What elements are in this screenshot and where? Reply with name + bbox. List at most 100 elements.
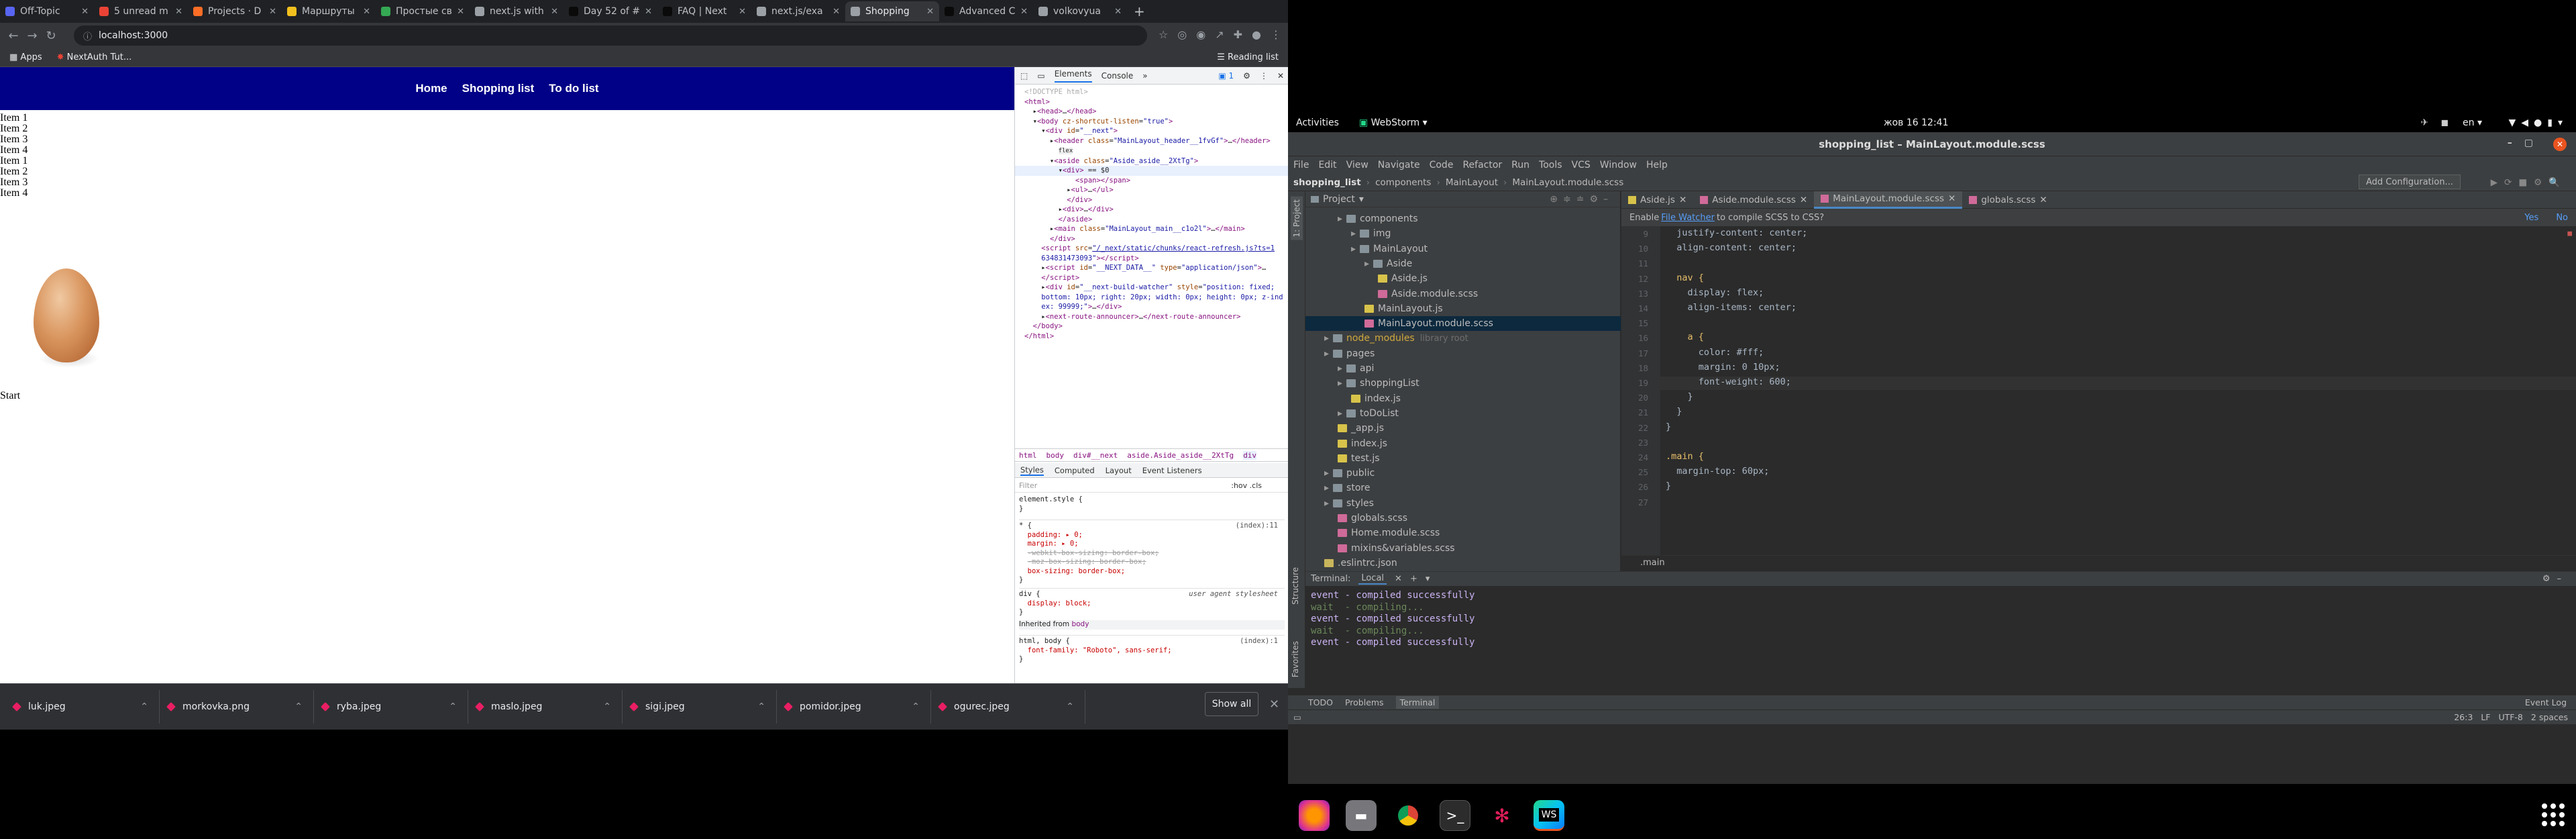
chevron-down-icon[interactable]: ▾: [1426, 574, 1430, 584]
browser-tab[interactable]: Day 52 of # ✕: [564, 1, 657, 21]
forward-icon[interactable]: →: [23, 29, 42, 43]
nav-breadcrumb-item[interactable]: shopping_list: [1293, 177, 1361, 188]
styles-filter[interactable]: Filter :hov .cls: [1015, 479, 1288, 493]
browser-tab[interactable]: Простые св ✕: [376, 1, 470, 21]
system-status-icons[interactable]: ▼◀●▮▾: [2509, 117, 2568, 128]
inherited-source[interactable]: body: [1071, 620, 1089, 628]
chevron-up-icon[interactable]: ⌃: [603, 701, 611, 712]
tree-item[interactable]: ▸ img: [1305, 226, 1621, 241]
close-icon[interactable]: ✕: [175, 7, 182, 17]
tree-item[interactable]: _app.js: [1305, 421, 1621, 436]
tool-window-tab[interactable]: TODO: [1308, 697, 1333, 707]
close-icon[interactable]: ✕: [926, 7, 934, 17]
download-item[interactable]: luk.jpeg ⌃: [5, 690, 160, 724]
event-log-button[interactable]: Event Log: [2525, 697, 2567, 707]
tree-item[interactable]: ▸ Aside: [1305, 256, 1621, 271]
tree-item[interactable]: ▸ node_modules library root: [1305, 331, 1621, 346]
profile-icon[interactable]: ●: [1252, 28, 1261, 41]
banner-yes-button[interactable]: Yes: [2524, 213, 2538, 223]
tool-window-tab[interactable]: Terminal: [1395, 696, 1440, 709]
project-panel-tools[interactable]: ⊕≑≐⚙–: [1550, 194, 1613, 205]
filter-tools[interactable]: :hov .cls: [1231, 481, 1262, 490]
menu-item[interactable]: View: [1346, 160, 1368, 170]
css-prop[interactable]: -moz-box-sizing: border-box;: [1028, 558, 1146, 566]
tree-item[interactable]: ▸ store: [1305, 481, 1621, 495]
browser-tab[interactable]: Shopping ✕: [845, 1, 939, 21]
device-icon[interactable]: ▭: [1037, 71, 1044, 81]
tool-window-tab[interactable]: Problems: [1345, 697, 1384, 707]
close-icon[interactable]: ✕: [1114, 7, 1122, 17]
download-item[interactable]: maslo.jpeg ⌃: [468, 690, 623, 724]
reload-icon[interactable]: ↻: [42, 29, 60, 43]
address-bar[interactable]: ⓘ localhost:3000: [74, 26, 1147, 46]
nav-todo-list-link[interactable]: To do list: [549, 82, 598, 95]
terminal-settings-icons[interactable]: ⚙–: [2542, 574, 2568, 584]
nav-home-link[interactable]: Home: [415, 82, 447, 95]
nav-breadcrumb-item[interactable]: MainLayout.module.scss: [1512, 177, 1623, 188]
error-stripe-icon[interactable]: ■: [2567, 229, 2572, 238]
devtools-crumb[interactable]: aside.Aside_aside__2XtTg: [1127, 451, 1234, 460]
menu-item[interactable]: Run: [1511, 160, 1529, 170]
nav-breadcrumb-item[interactable]: MainLayout: [1446, 177, 1498, 188]
tree-item[interactable]: ▸ styles: [1305, 496, 1621, 511]
browser-tab[interactable]: FAQ | Next ✕: [657, 1, 751, 21]
bookmark-nextauth[interactable]: ✸ NextAuth Tut...: [57, 52, 132, 62]
tree-item[interactable]: ▸ MainLayout: [1305, 242, 1621, 256]
tree-item[interactable]: ▸ api: [1305, 361, 1621, 376]
chevron-up-icon[interactable]: ⌃: [757, 701, 765, 712]
browser-tab[interactable]: Маршруты ✕: [282, 1, 376, 21]
close-icon[interactable]: ✕: [1020, 7, 1028, 17]
menu-item[interactable]: Edit: [1318, 160, 1336, 170]
tree-item[interactable]: test.js: [1305, 451, 1621, 466]
close-icon[interactable]: ✕: [363, 7, 370, 17]
terminal-output[interactable]: event - compiled successfully wait - comp…: [1305, 586, 2576, 653]
chevron-icon[interactable]: ▸: [1324, 333, 1329, 344]
rule-source[interactable]: (index):1: [1240, 637, 1278, 646]
project-tool-tab[interactable]: 1: Project: [1291, 197, 1303, 240]
close-icon[interactable]: ✕: [2039, 195, 2047, 205]
styles-subtab[interactable]: Styles: [1020, 465, 1044, 476]
close-icon[interactable]: ✕: [1395, 574, 1402, 584]
chevron-up-icon[interactable]: ⌃: [1066, 701, 1074, 712]
telegram-tray-icon[interactable]: ✈: [2420, 117, 2428, 128]
browser-tab[interactable]: 5 unread m ✕: [94, 1, 188, 21]
styles-subtab[interactable]: Layout: [1106, 466, 1132, 475]
tree-item[interactable]: mixins&variables.scss: [1305, 541, 1621, 556]
status-item[interactable]: UTF-8: [2498, 712, 2522, 722]
settings-gear-icon[interactable]: ⚙: [1243, 71, 1250, 81]
tree-item[interactable]: ▸ components: [1305, 211, 1621, 226]
issues-badge[interactable]: ▣ 1: [1218, 71, 1234, 81]
chevron-icon[interactable]: ▸: [1338, 363, 1342, 374]
show-all-button[interactable]: Show all: [1205, 692, 1258, 716]
close-icon[interactable]: ✕: [1800, 195, 1807, 205]
banner-no-button[interactable]: No: [2556, 213, 2568, 223]
css-prop[interactable]: box-sizing: border-box;: [1028, 567, 1125, 575]
close-icon[interactable]: ✕: [2553, 138, 2567, 151]
tree-item[interactable]: globals.scss: [1305, 511, 1621, 526]
bookmark-star-icon[interactable]: ☆: [1159, 28, 1168, 41]
editor-tab[interactable]: globals.scss ✕: [1962, 191, 2053, 209]
status-item[interactable]: 2 spaces: [2531, 712, 2568, 722]
dom-tree[interactable]: <!DOCTYPE html> <html> ▸<head>…</head> ▾…: [1015, 85, 1288, 341]
close-icon[interactable]: ✕: [1277, 71, 1284, 81]
tab-console[interactable]: Console: [1102, 71, 1134, 81]
code-editor[interactable]: justify-content: center; align-content: …: [1660, 226, 2576, 555]
close-icon[interactable]: ✕: [457, 7, 464, 17]
styles-subtab[interactable]: Computed: [1055, 466, 1095, 475]
browser-tab[interactable]: Off-Topic ✕: [0, 1, 94, 21]
close-icon[interactable]: ✕: [269, 7, 276, 17]
chevron-up-icon[interactable]: ⌃: [140, 701, 148, 712]
chevron-icon[interactable]: ▸: [1324, 468, 1329, 479]
close-icon[interactable]: ✕: [81, 7, 89, 17]
css-prop[interactable]: -webkit-box-sizing: border-box;: [1028, 549, 1159, 557]
chevron-icon[interactable]: ▸: [1338, 213, 1342, 224]
devtools-menu-icon[interactable]: ⋮: [1260, 71, 1268, 81]
minimize-maximize-icons[interactable]: –▢: [2508, 138, 2545, 148]
extension-icon[interactable]: ◎: [1177, 28, 1187, 41]
chevron-icon[interactable]: ▸: [1338, 378, 1342, 389]
download-item[interactable]: ogurec.jpeg ⌃: [931, 690, 1085, 724]
tray-icon[interactable]: ◼: [2440, 117, 2449, 128]
chevron-icon[interactable]: ▸: [1338, 408, 1342, 419]
close-icon[interactable]: ✕: [833, 7, 840, 17]
editor-tab[interactable]: Aside.js ✕: [1621, 191, 1693, 209]
